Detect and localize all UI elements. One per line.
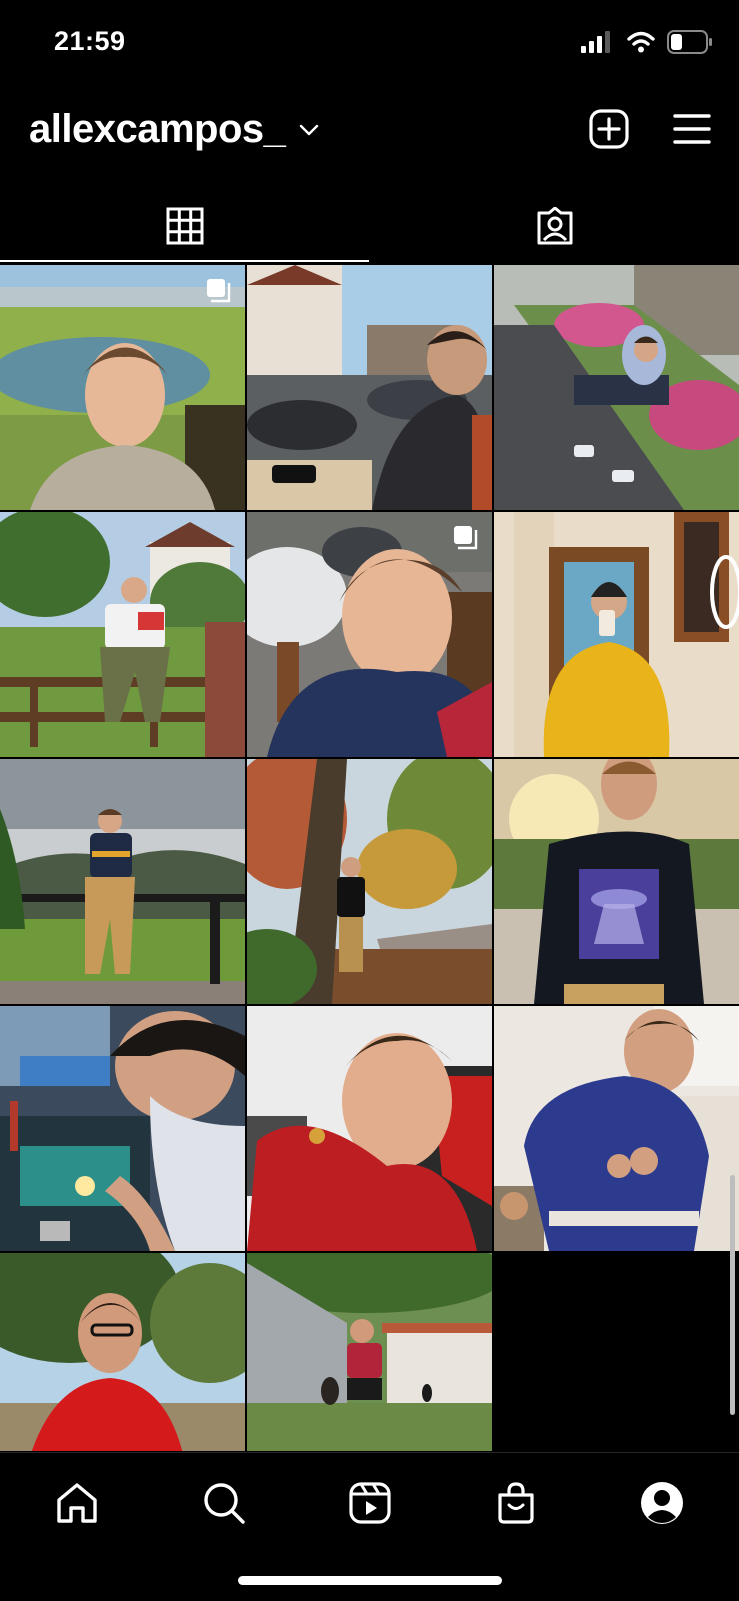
status-bar: 21:59	[0, 0, 739, 88]
nav-home[interactable]	[47, 1475, 107, 1531]
profile-icon	[641, 1482, 683, 1524]
home-icon	[57, 1483, 97, 1523]
post-tile[interactable]	[494, 265, 739, 510]
selected-tab-indicator	[0, 260, 369, 262]
post-photo	[494, 759, 739, 1004]
shop-bag-icon	[498, 1482, 534, 1524]
reels-icon	[349, 1482, 391, 1524]
post-tile[interactable]	[0, 759, 245, 1004]
post-tile[interactable]	[0, 265, 245, 510]
post-tile[interactable]	[494, 512, 739, 757]
post-photo	[247, 759, 492, 1004]
post-photo	[494, 265, 739, 510]
new-post-icon[interactable]	[589, 109, 629, 149]
post-tile[interactable]	[247, 759, 492, 1004]
grid-icon	[166, 207, 203, 245]
post-tile[interactable]	[247, 265, 492, 510]
carousel-icon	[207, 279, 231, 303]
status-time: 21:59	[54, 26, 126, 56]
wifi-icon	[627, 31, 655, 53]
battery-icon	[667, 30, 712, 54]
post-photo	[0, 759, 245, 1004]
post-photo	[0, 1253, 245, 1451]
posts-grid	[0, 265, 739, 1451]
home-indicator[interactable]	[238, 1576, 502, 1585]
scroll-indicator[interactable]	[730, 1175, 735, 1415]
nav-reels[interactable]	[340, 1475, 400, 1531]
post-tile[interactable]	[247, 1006, 492, 1251]
account-switcher[interactable]: allexcampos_	[29, 107, 319, 152]
post-tile[interactable]	[0, 1253, 245, 1451]
tagged-person-icon	[537, 207, 572, 245]
post-tile[interactable]	[0, 512, 245, 757]
cellular-signal-icon	[581, 31, 610, 53]
chevron-down-icon	[300, 124, 319, 135]
post-photo	[494, 1006, 739, 1251]
post-photo	[247, 265, 492, 510]
tab-tagged[interactable]	[370, 190, 739, 262]
username: allexcampos_	[29, 107, 286, 151]
post-photo	[247, 1253, 492, 1451]
post-photo	[247, 1006, 492, 1251]
post-tile[interactable]	[494, 1006, 739, 1251]
post-tile[interactable]	[494, 759, 739, 1004]
carousel-icon	[454, 526, 478, 550]
menu-icon[interactable]	[673, 113, 711, 145]
post-tile[interactable]	[247, 1253, 492, 1451]
post-tile[interactable]	[0, 1006, 245, 1251]
profile-header: allexcampos_	[0, 95, 739, 165]
nav-profile[interactable]	[632, 1475, 692, 1531]
header-actions	[589, 109, 711, 149]
post-photo	[494, 512, 739, 757]
post-photo	[0, 1006, 245, 1251]
tab-posts-grid[interactable]	[0, 190, 369, 262]
post-photo	[0, 512, 245, 757]
profile-tabs	[0, 190, 739, 262]
nav-shop[interactable]	[486, 1475, 546, 1531]
nav-search[interactable]	[194, 1475, 254, 1531]
empty-tile	[494, 1253, 739, 1451]
post-tile[interactable]	[247, 512, 492, 757]
search-icon	[204, 1483, 245, 1524]
status-icons	[581, 30, 713, 54]
